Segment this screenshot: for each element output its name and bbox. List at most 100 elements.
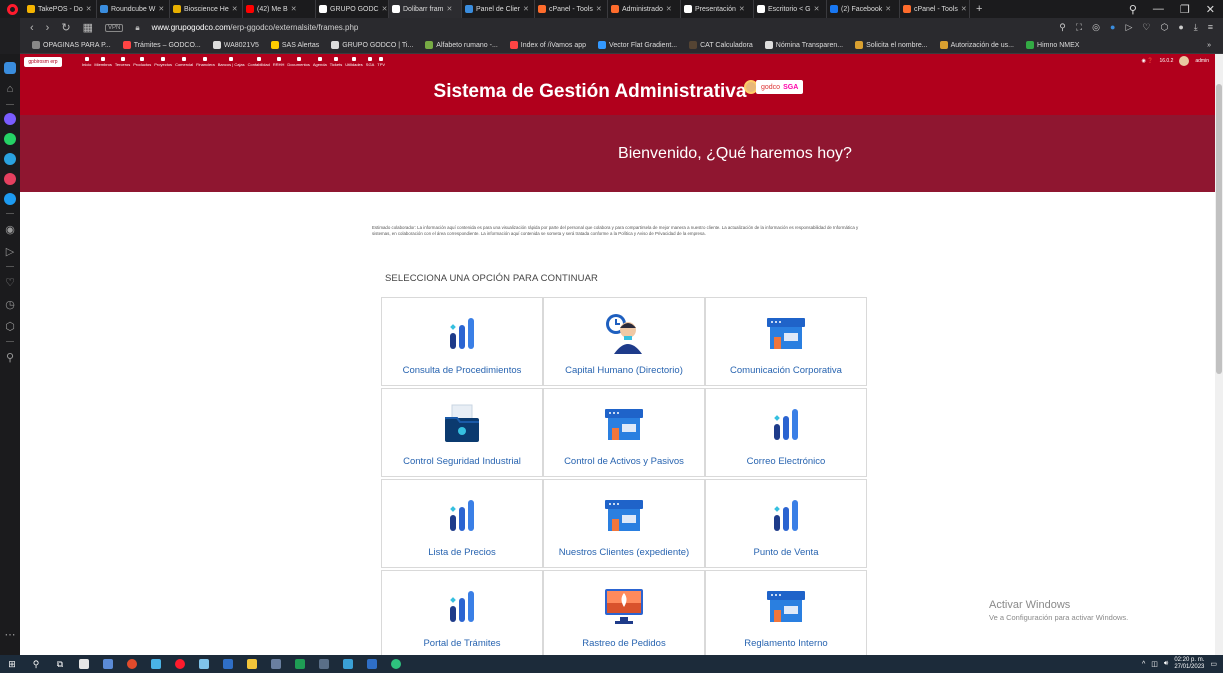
- back-icon[interactable]: ‹: [30, 22, 34, 34]
- option-card[interactable]: Punto de Venta: [705, 479, 867, 568]
- file-explorer-icon[interactable]: [244, 658, 260, 670]
- erp-menu-item[interactable]: SGA: [366, 56, 374, 67]
- app-icon[interactable]: [124, 658, 140, 670]
- workspace-icon[interactable]: [4, 62, 16, 74]
- browser-tab[interactable]: Escritorio < G ✕: [754, 0, 827, 18]
- play-icon[interactable]: ▷: [1125, 22, 1132, 33]
- bookmark-item[interactable]: Index of /iVamos app: [509, 41, 586, 49]
- notifications-icon[interactable]: ▭: [1210, 660, 1217, 668]
- erp-logo[interactable]: gpbirosm erp: [24, 56, 62, 67]
- bookmark-item[interactable]: Alfabeto rumano -...: [425, 41, 498, 49]
- help-icon[interactable]: ◉ ❓: [1141, 58, 1153, 64]
- option-card[interactable]: Correo Electrónico: [705, 388, 867, 477]
- flow-icon[interactable]: ▷: [4, 244, 16, 258]
- scrollbar-thumb[interactable]: [1216, 84, 1222, 374]
- tab-close-icon[interactable]: ✕: [739, 5, 745, 13]
- shield-icon[interactable]: ●: [1110, 22, 1115, 33]
- player-icon[interactable]: ◉: [4, 222, 16, 236]
- home-icon[interactable]: ⌂: [4, 82, 16, 96]
- app-icon[interactable]: [388, 658, 404, 670]
- erp-menu-item[interactable]: Agenda: [313, 56, 327, 67]
- bookmark-item[interactable]: GRUPO GODCO | Ti...: [331, 41, 413, 49]
- erp-menu-item[interactable]: Comercial: [175, 56, 193, 67]
- location-icon[interactable]: ⚲: [4, 350, 16, 364]
- menu-icon[interactable]: ≡: [1208, 22, 1213, 33]
- profile-icon[interactable]: ●: [1178, 22, 1183, 33]
- browser-tab[interactable]: TakePOS - Do ✕: [24, 0, 97, 18]
- bookmark-item[interactable]: Nómina Transparen...: [764, 41, 843, 49]
- tab-close-icon[interactable]: ✕: [814, 5, 820, 13]
- instagram-icon[interactable]: [4, 173, 16, 185]
- browser-tab[interactable]: Administrado ✕: [608, 0, 681, 18]
- clock[interactable]: 02:20 p. m. 27/01/2023: [1174, 657, 1204, 671]
- app-icon[interactable]: [340, 658, 356, 670]
- app-icon[interactable]: [196, 658, 212, 670]
- bookmark-item[interactable]: Solicita el nombre...: [855, 41, 928, 49]
- speed-dial-icon[interactable]: ▦: [83, 21, 93, 34]
- heart-sidebar-icon[interactable]: ♡: [4, 275, 16, 289]
- bookmarks-more-button[interactable]: »: [1207, 42, 1211, 49]
- option-card[interactable]: Comunicación Corporativa: [705, 297, 867, 386]
- bookmark-item[interactable]: Trámites – GODCO...: [122, 41, 201, 49]
- bookmark-item[interactable]: OPAGINAS PARA P...: [32, 41, 111, 49]
- avatar[interactable]: [1179, 56, 1190, 66]
- browser-tab[interactable]: (42) Me B ✕: [243, 0, 316, 18]
- tray-chevron-icon[interactable]: ^: [1142, 661, 1145, 668]
- browser-tab[interactable]: Presentación ✕: [681, 0, 754, 18]
- telegram-icon[interactable]: [4, 153, 16, 165]
- browser-tab[interactable]: Panel de Clier ✕: [462, 0, 535, 18]
- extensions-icon[interactable]: ⬡: [1160, 22, 1168, 33]
- erp-menu-item[interactable]: Miembros: [94, 56, 112, 67]
- erp-menu-item[interactable]: Bancos | Cajas: [218, 56, 245, 67]
- extensions-sidebar-icon[interactable]: ⬡: [4, 319, 16, 333]
- browser-tab[interactable]: GRUPO GODC ✕: [316, 0, 389, 18]
- user-name[interactable]: admin: [1195, 58, 1209, 64]
- tab-close-icon[interactable]: ✕: [523, 5, 529, 13]
- bookmark-item[interactable]: Himno NMEX: [1026, 41, 1079, 49]
- erp-menu-item[interactable]: Tickets: [330, 56, 342, 67]
- heart-icon[interactable]: ♡: [1142, 22, 1150, 33]
- app-icon[interactable]: [364, 658, 380, 670]
- app-icon[interactable]: [76, 658, 92, 670]
- network-icon[interactable]: ◫: [1151, 660, 1158, 668]
- browser-tab[interactable]: Bioscience He ✕: [170, 0, 243, 18]
- tab-close-icon[interactable]: ✕: [86, 5, 92, 13]
- erp-menu-item[interactable]: RRHH: [273, 56, 284, 67]
- erp-menu-item[interactable]: Utilidades: [345, 56, 363, 67]
- task-view-icon[interactable]: ⧉: [52, 658, 68, 670]
- app-icon[interactable]: [220, 658, 236, 670]
- url-field[interactable]: www.grupogodco.com/erp-ggodco/externalsi…: [152, 23, 359, 32]
- app-icon[interactable]: [100, 658, 116, 670]
- erp-menu-item[interactable]: Inicio: [82, 56, 91, 67]
- app-icon[interactable]: [148, 658, 164, 670]
- app-icon[interactable]: [268, 658, 284, 670]
- forward-icon[interactable]: ›: [46, 22, 50, 34]
- bookmark-item[interactable]: CAT Calculadora: [689, 41, 753, 49]
- snapshot-icon[interactable]: ⛶: [1076, 22, 1082, 33]
- erp-menu-item[interactable]: Productos: [133, 56, 151, 67]
- browser-tab[interactable]: Roundcube W ✕: [97, 0, 170, 18]
- option-card[interactable]: Capital Humano (Directorio): [543, 297, 705, 386]
- tab-close-icon[interactable]: ✕: [961, 5, 967, 13]
- tab-close-icon[interactable]: ✕: [158, 5, 164, 13]
- erp-menu-item[interactable]: Contabilidad: [248, 56, 270, 67]
- start-button[interactable]: ⊞: [4, 658, 20, 670]
- search-icon[interactable]: ⚲: [1059, 22, 1066, 33]
- app-icon[interactable]: [316, 658, 332, 670]
- erp-menu-item[interactable]: Proyectos: [154, 56, 172, 67]
- whatsapp-icon[interactable]: [4, 133, 16, 145]
- opera-logo-icon[interactable]: [0, 0, 24, 18]
- bookmark-item[interactable]: Autorización de us...: [939, 41, 1014, 49]
- page-scrollbar[interactable]: [1215, 54, 1223, 655]
- opera-taskbar-icon[interactable]: [172, 658, 188, 670]
- search-icon[interactable]: ⚲: [28, 658, 44, 670]
- more-options-icon[interactable]: ⋯: [4, 627, 16, 641]
- tab-close-icon[interactable]: ✕: [232, 5, 238, 13]
- maximize-button[interactable]: ❐: [1180, 3, 1190, 16]
- option-card[interactable]: Rastreo de Pedidos: [543, 570, 705, 655]
- option-card[interactable]: Control de Activos y Pasivos: [543, 388, 705, 477]
- reload-icon[interactable]: ↻: [61, 21, 70, 34]
- browser-tab[interactable]: cPanel - Tools ✕: [535, 0, 608, 18]
- excel-icon[interactable]: [292, 658, 308, 670]
- close-button[interactable]: ✕: [1206, 3, 1215, 16]
